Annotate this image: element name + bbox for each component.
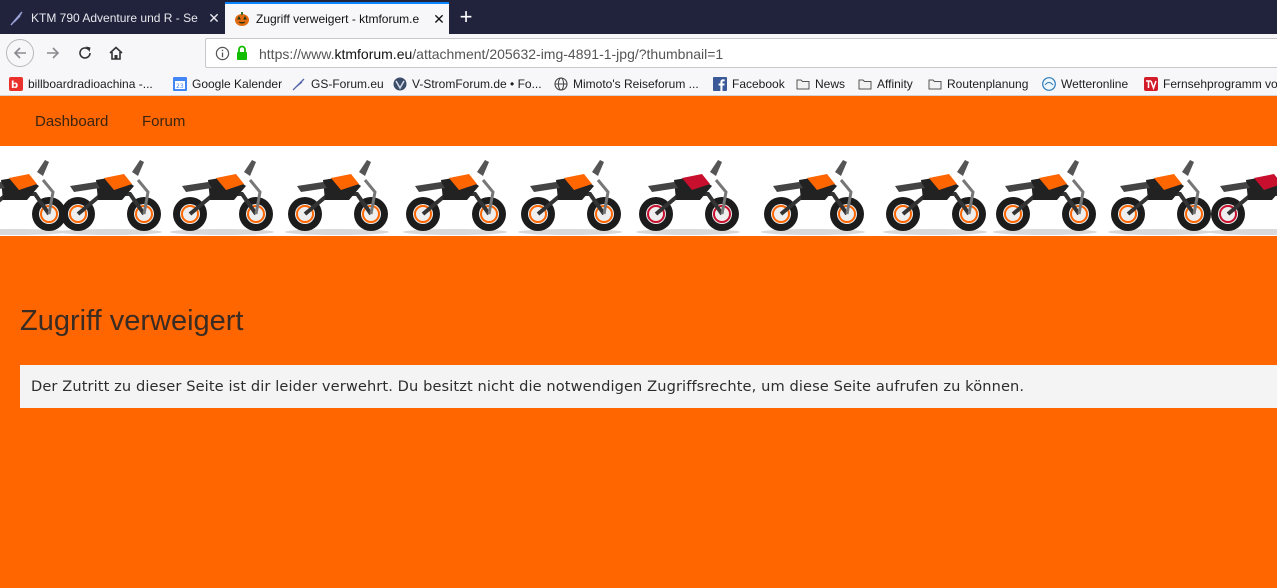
arrow-left-icon	[13, 47, 26, 59]
close-icon[interactable]: ✕	[429, 11, 449, 28]
bookmark-fernsehprogramm[interactable]: Fernsehprogramm vo	[1144, 75, 1277, 93]
motorcycle-illustration	[1208, 174, 1277, 235]
navigation-toolbar: https://www.ktmforum.eu/attachment/20563…	[0, 34, 1277, 72]
motorcycle-illustration	[993, 160, 1097, 235]
bookmarks-bar: b billboardradioachina -... 23 Google Ka…	[0, 72, 1277, 96]
site-navigation: Dashboard Forum	[0, 96, 1277, 146]
billboard-icon: b	[9, 77, 23, 91]
url-text: https://www.ktmforum.eu/attachment/20563…	[259, 46, 724, 62]
motorcycle-illustration	[883, 160, 987, 235]
bookmark-v-stromforum[interactable]: V-StromForum.de • Fo...	[393, 75, 542, 93]
nav-link-dashboard[interactable]: Dashboard	[35, 113, 108, 130]
home-button[interactable]	[102, 39, 130, 67]
page-title: Zugriff verweigert	[20, 305, 244, 337]
calendar-icon: 23	[173, 77, 187, 91]
motorcycle-illustration	[636, 160, 740, 235]
folder-icon	[858, 79, 872, 90]
facebook-icon	[713, 77, 727, 91]
info-icon[interactable]	[215, 46, 230, 61]
tab-title: Zugriff verweigert - ktmforum.e	[256, 12, 420, 26]
forward-button[interactable]	[39, 39, 67, 67]
tab-title: KTM 790 Adventure und R - Se	[31, 11, 198, 25]
bookmark-folder-affinity[interactable]: Affinity	[858, 75, 913, 93]
reload-button[interactable]	[71, 39, 99, 67]
tv-icon	[1144, 77, 1158, 91]
access-denied-notice: Der Zutritt zu dieser Seite ist dir leid…	[20, 365, 1277, 408]
lock-icon[interactable]	[235, 45, 249, 61]
motorcycle-illustration	[170, 160, 274, 235]
motorcycle-illustration	[403, 160, 507, 235]
back-button[interactable]	[6, 39, 34, 67]
arrow-right-icon	[47, 47, 60, 59]
bookmark-folder-routenplanung[interactable]: Routenplanung	[928, 75, 1028, 93]
bookmark-gs-forum[interactable]: GS-Forum.eu	[292, 75, 384, 93]
tab-ktm-790[interactable]: KTM 790 Adventure und R - Se ✕	[0, 2, 224, 34]
motorcycle-illustration	[0, 160, 67, 235]
svg-text:23: 23	[176, 83, 184, 90]
feather-icon	[292, 78, 305, 91]
folder-icon	[928, 79, 942, 90]
svg-text:b: b	[11, 80, 18, 91]
tab-bar: KTM 790 Adventure und R - Se ✕ Zugriff v…	[0, 0, 1277, 34]
vstrom-icon	[393, 77, 407, 91]
reload-icon	[79, 46, 91, 59]
motorcycle-illustration	[58, 160, 162, 235]
notice-text: Der Zutritt zu dieser Seite ist dir leid…	[31, 378, 1025, 395]
motorcycle-illustration	[1108, 160, 1212, 235]
home-icon	[109, 46, 123, 60]
folder-icon	[796, 79, 810, 90]
globe-icon	[554, 77, 568, 91]
bookmark-billboardradio[interactable]: b billboardradioachina -...	[9, 75, 153, 93]
bookmark-google-kalender[interactable]: 23 Google Kalender	[173, 75, 282, 93]
bookmark-mimoto[interactable]: Mimoto's Reiseforum ...	[554, 75, 699, 93]
address-bar[interactable]: https://www.ktmforum.eu/attachment/20563…	[205, 38, 1277, 68]
bookmark-facebook[interactable]: Facebook	[713, 75, 785, 93]
pumpkin-icon	[235, 12, 249, 26]
new-tab-button[interactable]: +	[455, 4, 477, 30]
bookmark-folder-news[interactable]: News	[796, 75, 845, 93]
nav-link-forum[interactable]: Forum	[142, 113, 185, 130]
weather-icon	[1042, 77, 1056, 91]
motorcycle-illustration	[285, 160, 389, 235]
motorcycle-banner-image	[0, 146, 1277, 236]
motorcycle-illustration	[518, 160, 622, 235]
motorcycle-illustration	[761, 160, 865, 235]
feather-icon	[10, 11, 23, 26]
bookmark-wetteronline[interactable]: Wetteronline	[1042, 75, 1128, 93]
close-icon[interactable]: ✕	[204, 10, 224, 27]
tab-zugriff-verweigert[interactable]: Zugriff verweigert - ktmforum.e ✕	[225, 2, 449, 34]
